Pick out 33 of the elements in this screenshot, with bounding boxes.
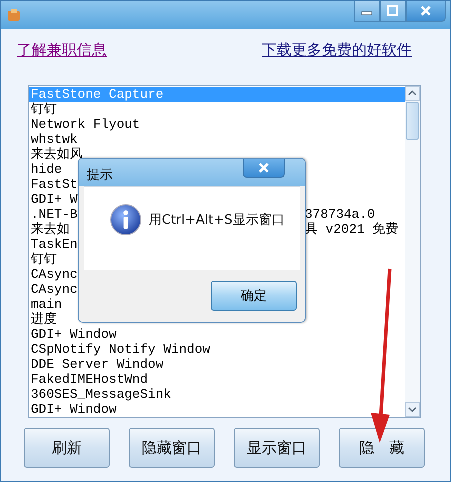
list-item[interactable]: GDI+ Window [29, 402, 405, 417]
action-button[interactable]: 刷新 [24, 428, 110, 468]
action-button[interactable]: 隐 藏 [339, 428, 425, 468]
list-item[interactable]: 来去如风 [29, 147, 405, 162]
scrollbar[interactable] [405, 86, 420, 417]
list-item-text: 具 v2021 免费 [305, 222, 399, 237]
action-button[interactable]: 隐藏窗口 [129, 428, 215, 468]
maximize-button[interactable] [380, 1, 406, 22]
list-item[interactable]: GDI+ Window [29, 327, 405, 342]
list-item[interactable]: 360SES_MessageSink [29, 387, 405, 402]
minimize-button[interactable] [354, 1, 380, 22]
list-item[interactable]: Network Flyout [29, 117, 405, 132]
list-item[interactable]: whstwk [29, 132, 405, 147]
ok-button[interactable]: 确定 [211, 281, 297, 311]
dialog-title: 提示 [87, 166, 113, 184]
list-item[interactable]: CSpNotify Notify Window [29, 342, 405, 357]
scroll-up-icon[interactable] [405, 86, 420, 101]
close-button[interactable] [406, 1, 446, 22]
scroll-thumb[interactable] [406, 102, 419, 140]
info-icon [110, 204, 142, 236]
close-icon [258, 162, 270, 174]
close-button[interactable] [243, 159, 285, 178]
link[interactable]: 下载更多免费的好软件 [262, 41, 412, 85]
list-item[interactable]: 钉钉 [29, 102, 405, 117]
scroll-down-icon[interactable] [405, 402, 420, 417]
dialog-message: 用Ctrl+Alt+S显示窗口 [149, 212, 285, 228]
close-icon [420, 5, 432, 17]
maximize-icon [387, 5, 399, 17]
list-item[interactable]: DDE Server Window [29, 357, 405, 372]
app-icon [7, 8, 21, 22]
list-item[interactable]: FakedIMEHostWnd [29, 372, 405, 387]
action-button[interactable]: 显示窗口 [234, 428, 320, 468]
link[interactable]: 了解兼职信息 [17, 41, 107, 85]
